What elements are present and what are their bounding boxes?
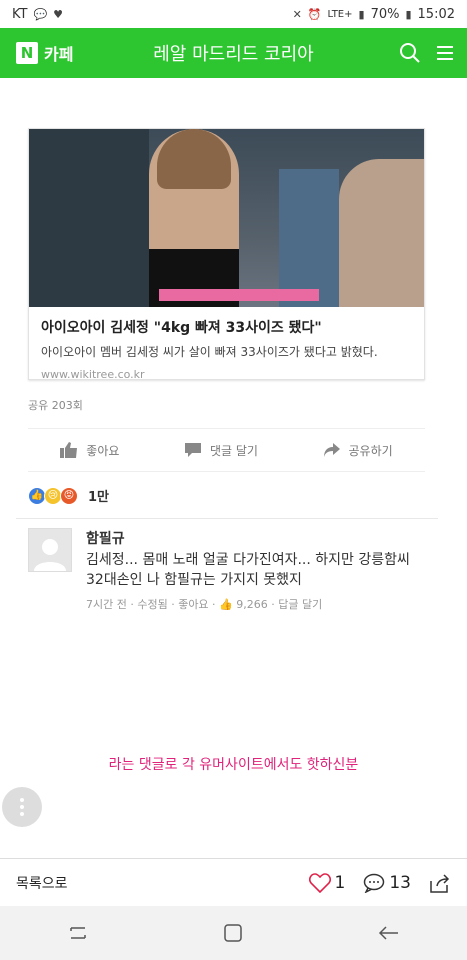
time-label: 15:02 xyxy=(417,6,455,22)
more-dot xyxy=(20,805,24,809)
comment-label: 댓글 달기 xyxy=(209,443,258,458)
brand-text: 카페 xyxy=(44,45,74,64)
home-square-icon xyxy=(224,924,243,942)
recent-apps-button[interactable] xyxy=(58,918,98,948)
divider xyxy=(16,518,438,519)
battery-icon: ▮ xyxy=(405,7,412,21)
network-label: LTE+ xyxy=(327,8,353,20)
avatar[interactable] xyxy=(28,528,72,572)
menu-icon[interactable] xyxy=(435,43,455,63)
carrier-label: KT xyxy=(12,6,28,22)
comment-count-button[interactable]: 13 xyxy=(363,873,411,893)
app-bar: N 카페 레알 마드리드 코리아 xyxy=(0,28,467,78)
comment-count: 13 xyxy=(389,872,411,893)
share-arrow-icon xyxy=(323,443,340,457)
search-icon[interactable] xyxy=(399,42,421,64)
post-caption: 라는 댓글로 각 유머사이트에서도 핫하신분 xyxy=(108,757,359,773)
more-dots-icon xyxy=(20,798,24,802)
card-title: 아이오아이 김세정 "4kg 빠져 33사이즈 됐다" xyxy=(41,320,322,336)
comment-item: 함필규 김세정... 몸매 노래 얼굴 다가진여자... 하지만 강릉함씨 32… xyxy=(28,528,425,612)
heart-icon: ♥ xyxy=(53,7,64,21)
brand[interactable]: N 카페 xyxy=(16,41,73,65)
share-box-icon xyxy=(430,873,450,893)
talk-icon: 💬 xyxy=(33,7,48,21)
share-count: 공유 203회 xyxy=(28,399,83,412)
home-button[interactable] xyxy=(213,918,253,948)
battery-label: 70% xyxy=(370,6,400,22)
share-button[interactable]: 공유하기 xyxy=(323,442,393,459)
back-button[interactable] xyxy=(369,918,409,948)
comment-author[interactable]: 함필규 xyxy=(86,528,425,548)
back-arrow-icon xyxy=(379,926,399,940)
like-count-button[interactable]: 1 xyxy=(308,872,346,893)
bottom-bar: 목록으로 1 13 xyxy=(0,858,467,906)
more-options-button[interactable] xyxy=(2,787,42,827)
alarm-icon: ⏰ xyxy=(307,7,322,21)
like-button[interactable]: 좋아요 xyxy=(60,442,119,459)
link-preview-card[interactable]: 아이오아이 김세정 "4kg 빠져 33사이즈 됐다" 아이오아이 멤버 김세정… xyxy=(28,128,425,381)
heart-outline-icon xyxy=(308,872,331,893)
reaction-count: 1만 xyxy=(88,490,110,505)
default-avatar-icon xyxy=(34,539,66,571)
speech-bubble-icon xyxy=(364,873,385,893)
reactions-summary[interactable]: 👍 😢 😡 1만 xyxy=(28,486,109,505)
comment-button[interactable]: 댓글 달기 xyxy=(184,442,258,459)
card-description: 아이오아이 멤버 김세정 씨가 살이 빠져 33사이즈가 됐다고 밝혔다. xyxy=(41,345,378,359)
share-label: 공유하기 xyxy=(348,443,393,458)
mute-icon: ✕ xyxy=(292,7,302,21)
more-dot xyxy=(20,812,24,816)
thumbs-up-icon xyxy=(60,442,78,458)
comment-meta: 7시간 전 · 수정됨 · 좋아요 · 👍 9,266 · 답글 달기 xyxy=(86,598,323,611)
share-post-button[interactable] xyxy=(429,873,451,893)
comment-icon xyxy=(184,443,201,457)
status-bar: KT 💬 ♥ ✕ ⏰ LTE+ ▮ 70% ▮ 15:02 xyxy=(0,0,467,28)
like-count: 1 xyxy=(334,872,346,893)
comment-text: 김세정... 몸매 노래 얼굴 다가진여자... 하지만 강릉함씨 32대손인 … xyxy=(86,552,410,588)
angry-reaction-icon: 😡 xyxy=(60,486,78,505)
card-url: www.wikitree.co.kr xyxy=(41,368,145,381)
recent-apps-icon xyxy=(70,927,86,939)
back-to-list-button[interactable]: 목록으로 xyxy=(16,873,68,893)
like-label: 좋아요 xyxy=(86,443,120,458)
signal-icon: ▮ xyxy=(358,7,365,21)
preview-image xyxy=(29,129,424,307)
naver-logo-icon: N xyxy=(16,42,38,64)
post-actions: 좋아요 댓글 달기 공유하기 xyxy=(28,428,425,472)
system-nav-bar xyxy=(0,906,467,960)
